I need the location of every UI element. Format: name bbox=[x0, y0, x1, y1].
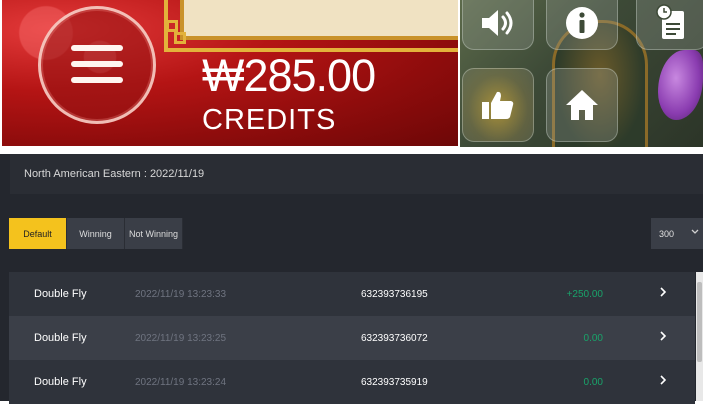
bet-time: 2022/11/19 13:23:25 bbox=[135, 333, 227, 344]
history-list: Double Fly 2022/11/19 13:23:33 632393736… bbox=[9, 272, 695, 404]
win-amount: +250.00 bbox=[566, 289, 603, 300]
history-row[interactable]: Double Fly 2022/11/19 13:23:33 632393736… bbox=[9, 272, 695, 316]
bet-time: 2022/11/19 13:23:33 bbox=[135, 289, 227, 300]
chevron-down-icon bbox=[691, 229, 699, 234]
clock-document-icon bbox=[656, 3, 684, 39]
credits-label: CREDITS bbox=[202, 104, 337, 136]
credits-panel: ₩285.00 CREDITS bbox=[2, 0, 458, 146]
thumbs-up-icon bbox=[482, 91, 514, 119]
tab-default[interactable]: Default bbox=[9, 218, 67, 249]
win-amount: 0.00 bbox=[583, 333, 603, 344]
game-controls-panel bbox=[460, 0, 703, 147]
tab-not-winning[interactable]: Not Winning bbox=[125, 218, 183, 249]
bet-time: 2022/11/19 13:23:24 bbox=[135, 377, 227, 388]
timezone-date-label: North American Eastern : 2022/11/19 bbox=[24, 168, 205, 180]
butterfly-decoration bbox=[658, 50, 703, 120]
home-button[interactable] bbox=[546, 68, 618, 142]
game-name: Double Fly bbox=[34, 332, 87, 344]
golden-frame-decoration bbox=[164, 0, 458, 56]
transaction-id: 632393735919 bbox=[361, 377, 428, 388]
history-row[interactable]: Double Fly 2022/11/19 13:23:25 632393736… bbox=[9, 316, 695, 360]
sound-button[interactable] bbox=[462, 0, 534, 50]
chevron-right-icon[interactable] bbox=[658, 286, 668, 298]
page-size-value: 300 bbox=[659, 229, 675, 239]
tab-winning[interactable]: Winning bbox=[67, 218, 125, 249]
result-filter-tabs: Default Winning Not Winning bbox=[9, 218, 183, 249]
history-button[interactable] bbox=[636, 0, 703, 50]
chevron-right-icon[interactable] bbox=[658, 330, 668, 342]
page-size-select[interactable]: 300 bbox=[651, 218, 703, 249]
game-screenshot-banner: ₩285.00 CREDITS bbox=[0, 0, 703, 147]
info-icon bbox=[566, 7, 598, 40]
speaker-icon bbox=[482, 10, 513, 37]
win-amount: 0.00 bbox=[583, 377, 603, 388]
credits-amount: ₩285.00 bbox=[202, 50, 376, 101]
history-row[interactable]: Double Fly 2022/11/19 13:23:24 632393735… bbox=[9, 360, 695, 404]
chevron-right-icon[interactable] bbox=[658, 374, 668, 386]
timezone-header: North American Eastern : 2022/11/19 bbox=[10, 154, 703, 194]
home-icon bbox=[566, 90, 598, 120]
menu-button[interactable] bbox=[38, 6, 156, 124]
history-scrollbar[interactable] bbox=[696, 272, 703, 401]
like-button[interactable] bbox=[462, 68, 534, 142]
transaction-id: 632393736195 bbox=[361, 289, 428, 300]
info-button[interactable] bbox=[546, 0, 618, 50]
game-name: Double Fly bbox=[34, 376, 87, 388]
game-name: Double Fly bbox=[34, 288, 87, 300]
transaction-id: 632393736072 bbox=[361, 333, 428, 344]
bet-history-panel: North American Eastern : 2022/11/19 Defa… bbox=[0, 154, 703, 404]
scrollbar-thumb[interactable] bbox=[697, 282, 702, 362]
